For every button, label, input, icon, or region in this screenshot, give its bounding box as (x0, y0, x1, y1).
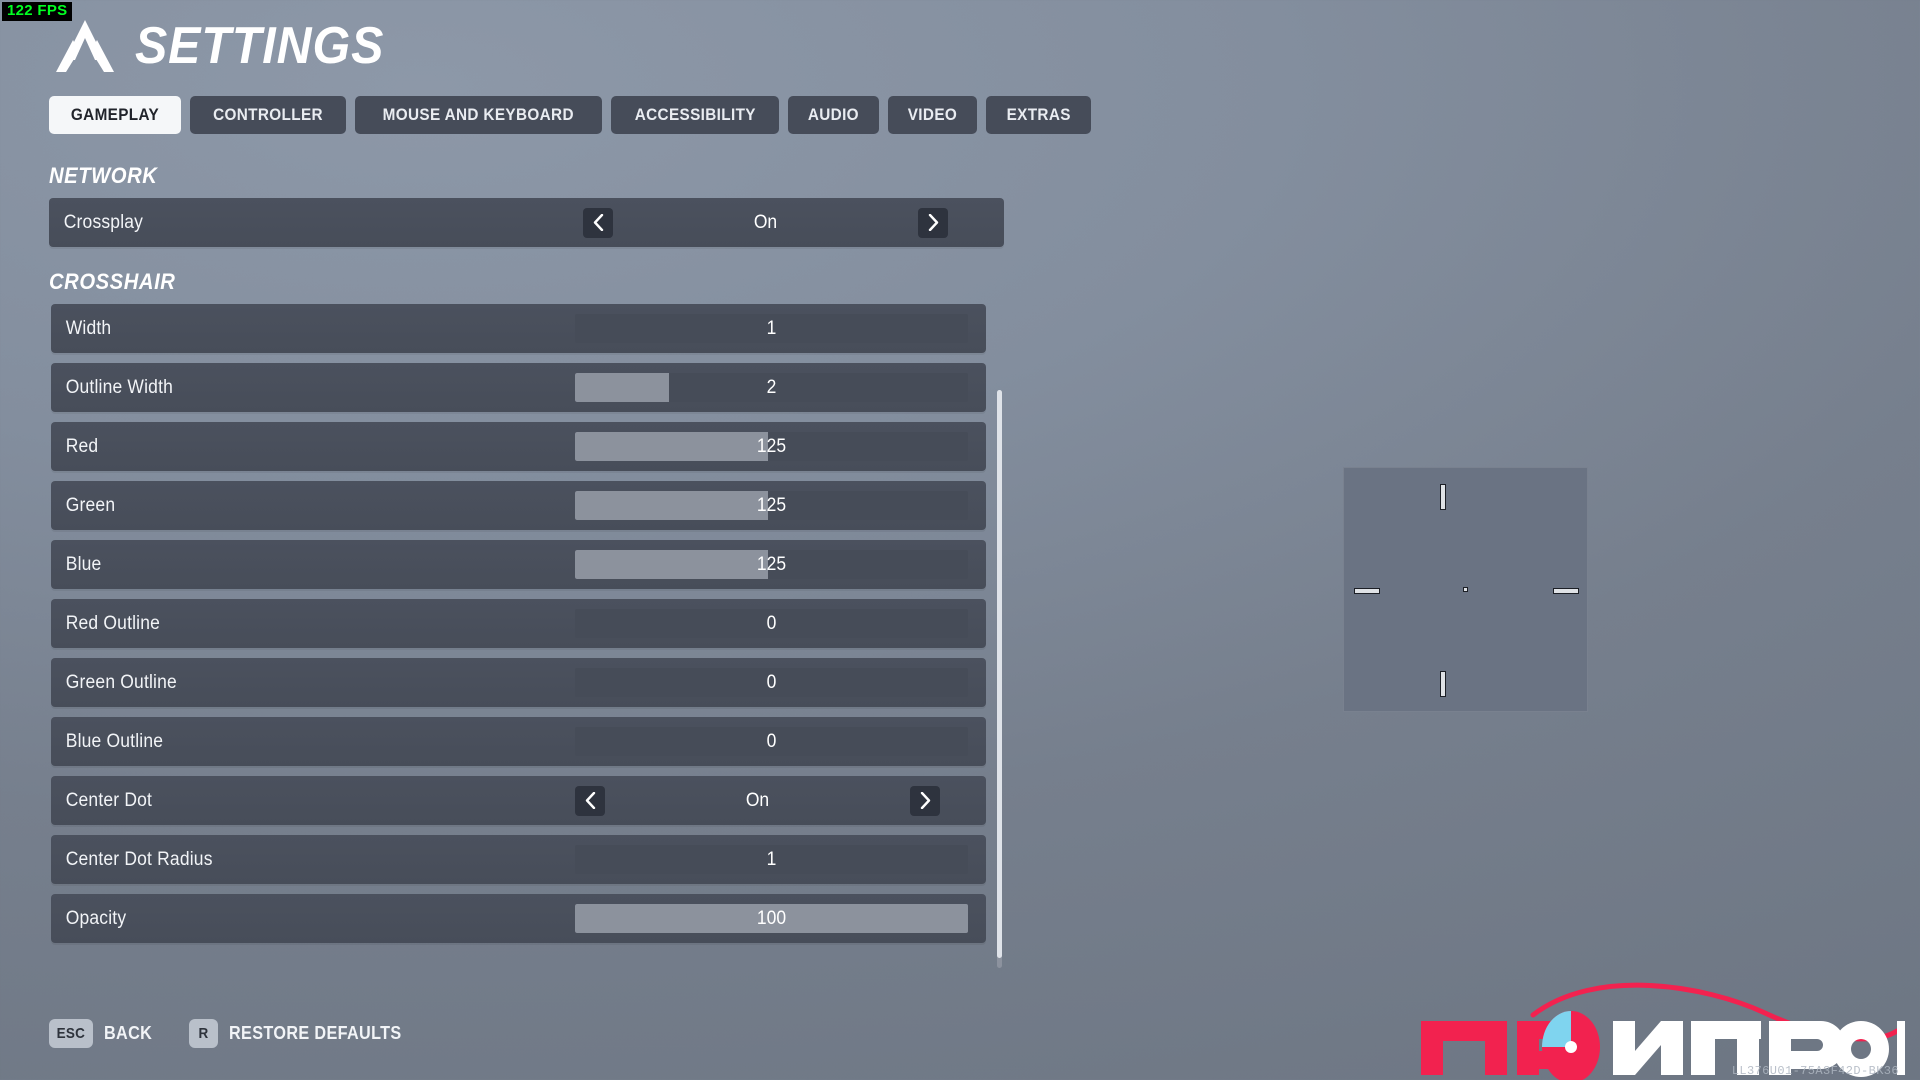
setting-label: Red (65, 435, 99, 457)
section-title-crosshair: CROSSHAIR (49, 269, 176, 294)
hint-label-restore-defaults: RESTORE DEFAULTS (229, 1023, 402, 1043)
key-label: R (198, 1025, 209, 1042)
stepper-control: On (575, 776, 940, 825)
setting-label: Width (65, 317, 112, 339)
tab-accessibility[interactable]: ACCESSIBILITY (610, 96, 780, 134)
setting-label: Crossplay (63, 211, 144, 233)
settings-tab-bar: GAMEPLAY CONTROLLER MOUSE AND KEYBOARD A… (49, 96, 1092, 134)
chevron-right-icon[interactable] (910, 785, 940, 816)
page-header: SETTINGS (49, 20, 403, 72)
slider-control[interactable]: 0 (575, 609, 968, 638)
tab-label: ACCESSIBILITY (634, 105, 756, 124)
setting-row-crossplay[interactable]: Crossplay On (49, 198, 1004, 247)
setting-row-center-dot-radius[interactable]: Center Dot Radius 1 (51, 835, 986, 884)
tab-controller[interactable]: CONTROLLER (189, 96, 347, 134)
setting-label: Green (65, 494, 116, 516)
key-r: R (189, 1019, 219, 1048)
chevron-left-icon[interactable] (583, 207, 613, 238)
tab-label: GAMEPLAY (70, 105, 160, 124)
setting-value: 0 (766, 730, 777, 752)
key-esc: ESC (49, 1019, 93, 1048)
stepper-control: On (583, 198, 948, 247)
tab-label: CONTROLLER (213, 105, 323, 124)
setting-value: 0 (766, 612, 777, 634)
hint-label-back: BACK (103, 1023, 152, 1043)
setting-value: 1 (766, 848, 777, 870)
setting-value: 100 (756, 907, 787, 929)
crosshair-mark-top (1440, 484, 1446, 510)
crosshair-preview (1343, 467, 1588, 712)
setting-label: Center Dot (65, 789, 153, 811)
crosshair-mark-right (1553, 588, 1579, 594)
tab-label: EXTRAS (1006, 105, 1071, 124)
setting-row-green[interactable]: Green 125 (51, 481, 986, 530)
chevron-right-icon[interactable] (918, 207, 948, 238)
setting-value: 125 (756, 553, 787, 575)
tab-label: VIDEO (907, 105, 958, 124)
tab-video[interactable]: VIDEO (887, 96, 977, 134)
crosshair-mark-bottom (1440, 671, 1446, 697)
setting-row-green-outline[interactable]: Green Outline 0 (51, 658, 986, 707)
chevron-left-icon[interactable] (575, 785, 605, 816)
hint-restore-defaults[interactable]: R RESTORE DEFAULTS (189, 1019, 421, 1048)
tab-gameplay[interactable]: GAMEPLAY (49, 96, 181, 134)
setting-row-opacity[interactable]: Opacity 100 (51, 894, 986, 943)
fps-counter: 122 FPS (2, 2, 73, 21)
watermark: LL376U01-75A3F42D-BK36 (1405, 975, 1919, 1080)
setting-row-red[interactable]: Red 125 (51, 422, 986, 471)
crosshair-mark-left (1354, 588, 1380, 594)
triangle-mountain-logo-icon (56, 20, 114, 72)
slider-control[interactable]: 125 (575, 491, 968, 520)
slider-control[interactable]: 1 (575, 314, 968, 343)
tab-label: AUDIO (807, 105, 860, 124)
setting-label: Outline Width (65, 376, 174, 398)
bottom-hint-bar: ESC BACK R RESTORE DEFAULTS (49, 1019, 421, 1048)
scrollbar-thumb[interactable] (997, 390, 1002, 958)
slider-control[interactable]: 2 (575, 373, 968, 402)
setting-value: 0 (766, 671, 777, 693)
setting-row-center-dot[interactable]: Center Dot On (51, 776, 986, 825)
settings-list[interactable]: NETWORK Crossplay On CROSSHAIR Width 1 O… (49, 163, 1004, 981)
page-title: SETTINGS (135, 17, 385, 75)
key-label: ESC (56, 1025, 86, 1042)
tab-mouse-and-keyboard[interactable]: MOUSE AND KEYBOARD (355, 96, 602, 134)
slider-control[interactable]: 1 (575, 845, 968, 874)
setting-row-blue[interactable]: Blue 125 (51, 540, 986, 589)
setting-value: 125 (756, 494, 787, 516)
setting-row-blue-outline[interactable]: Blue Outline 0 (51, 717, 986, 766)
slider-control[interactable]: 100 (575, 904, 968, 933)
setting-value: 125 (756, 435, 787, 457)
slider-control[interactable]: 125 (575, 432, 968, 461)
setting-label: Green Outline (65, 671, 177, 693)
setting-value: On (753, 211, 778, 233)
setting-label: Center Dot Radius (65, 848, 213, 870)
tab-audio[interactable]: AUDIO (788, 96, 879, 134)
tab-label: MOUSE AND KEYBOARD (382, 105, 574, 124)
setting-value: 1 (766, 317, 777, 339)
setting-value: On (745, 789, 770, 811)
settings-scrollbar[interactable] (997, 390, 1002, 968)
slider-control[interactable]: 0 (575, 668, 968, 697)
setting-row-red-outline[interactable]: Red Outline 0 (51, 599, 986, 648)
crosshair-center-dot (1463, 587, 1468, 592)
setting-value: 2 (766, 376, 777, 398)
setting-label: Opacity (65, 907, 127, 929)
slider-control[interactable]: 0 (575, 727, 968, 756)
tab-extras[interactable]: EXTRAS (985, 96, 1092, 134)
setting-row-outline-width[interactable]: Outline Width 2 (51, 363, 986, 412)
setting-row-width[interactable]: Width 1 (51, 304, 986, 353)
watermark-code: LL376U01-75A3F42D-BK36 (1731, 1064, 1899, 1078)
section-title-network: NETWORK (49, 163, 158, 188)
setting-label: Blue (65, 553, 102, 575)
hint-back[interactable]: ESC BACK (49, 1019, 157, 1048)
setting-label: Blue Outline (65, 730, 164, 752)
setting-label: Red Outline (65, 612, 161, 634)
slider-control[interactable]: 125 (575, 550, 968, 579)
